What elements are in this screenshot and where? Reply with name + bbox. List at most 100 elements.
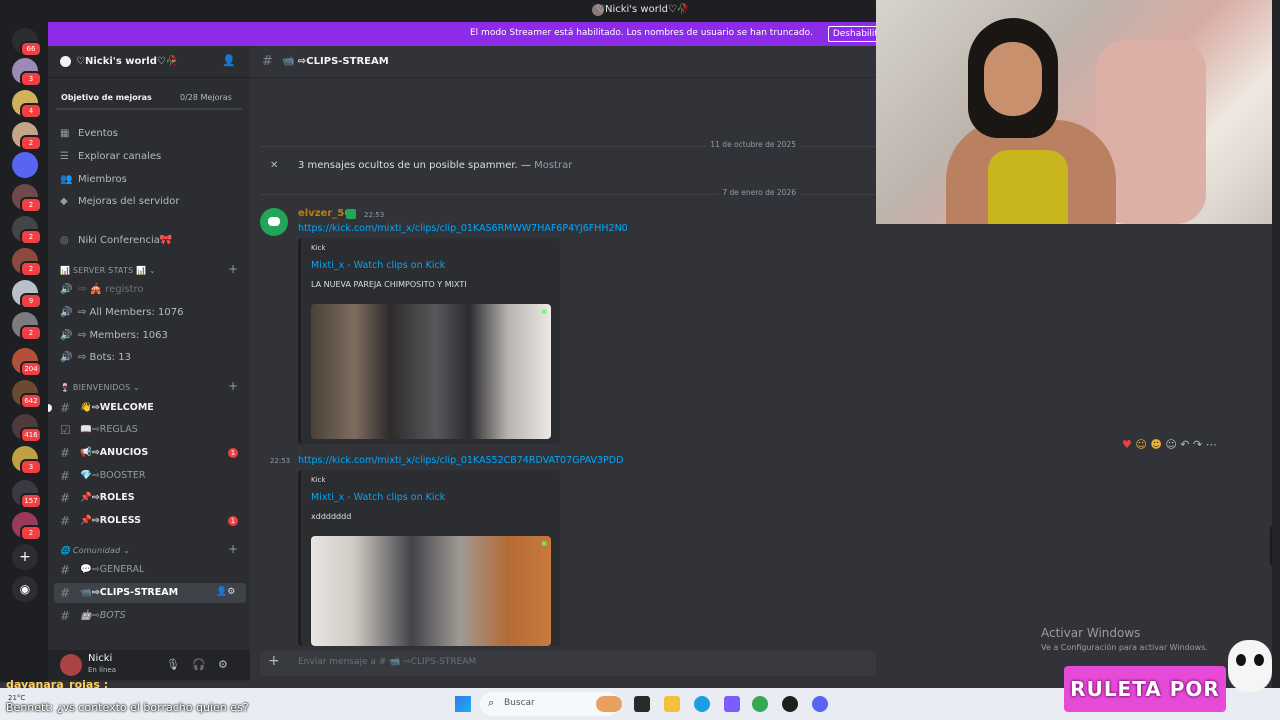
channel-anuncios[interactable]: # 📢⇨ANUCIOS 1: [54, 443, 246, 463]
unread-badge: 2: [20, 197, 42, 213]
server-icon[interactable]: 157: [12, 480, 42, 509]
embed-thumbnail[interactable]: ▣: [311, 536, 551, 646]
reaction-love-icon[interactable]: ☻: [1150, 438, 1161, 451]
reaction-laugh-icon[interactable]: ☺: [1135, 438, 1146, 451]
server-header[interactable]: ♡Nicki's world♡🥀 ⌄ 👤: [48, 46, 250, 78]
add-channel-icon[interactable]: +: [228, 262, 238, 276]
avatar[interactable]: [260, 208, 288, 236]
edge-icon[interactable]: [694, 696, 710, 712]
channel-settings-icon[interactable]: 👤⚙: [216, 587, 235, 597]
channel-title: 📹 ⇨CLIPS-STREAM: [282, 56, 389, 67]
server-icon[interactable]: 2: [12, 512, 42, 541]
server-icon[interactable]: 3: [12, 446, 42, 475]
message-link[interactable]: https://kick.com/mixti_x/clips/clip_01KA…: [298, 223, 628, 234]
ruleta-por-sub-graphic: RULETA POR SUB: [1064, 666, 1226, 712]
server-icon[interactable]: 3: [12, 58, 42, 87]
task-view-icon[interactable]: [634, 696, 650, 712]
server-icon[interactable]: 2: [12, 248, 42, 277]
message-author[interactable]: elvzer_56: [298, 208, 351, 219]
nav-browse-channels[interactable]: ☰ Explorar canales: [60, 151, 161, 162]
category-server-stats[interactable]: 📊 SERVER STATS 📊 ⌄: [60, 266, 156, 275]
server-icon[interactable]: 9: [12, 280, 42, 309]
embed-description: LA NUEVA PAREJA CHIMPOSITO Y MIXTI: [311, 280, 467, 289]
add-reaction-icon[interactable]: ☺: [1165, 438, 1176, 451]
add-channel-icon[interactable]: +: [228, 542, 238, 556]
server-icon[interactable]: 2: [12, 216, 42, 245]
channel-bots[interactable]: # 🤖⇨BOTS: [54, 606, 246, 626]
stats-channel[interactable]: 🔊 ⇨ 🎪 registro: [60, 284, 144, 295]
stage-icon: ◎: [60, 235, 69, 246]
server-icon[interactable]: 2: [12, 312, 42, 341]
app-icon[interactable]: [724, 696, 740, 712]
discover-icon[interactable]: ◉: [12, 576, 38, 602]
add-server-icon[interactable]: +: [12, 544, 38, 570]
start-button[interactable]: [455, 696, 471, 712]
channel-roless[interactable]: # 📌⇨ROLESS 1: [54, 511, 246, 531]
show-hidden-link[interactable]: Mostrar: [534, 160, 572, 171]
boost-goal[interactable]: Objetivo de mejoras 0/28 Mejoras: [48, 88, 250, 110]
channel-sidebar: ♡Nicki's world♡🥀 ⌄ 👤 Objetivo de mejoras…: [48, 46, 250, 682]
close-icon[interactable]: ✕: [270, 160, 278, 171]
home-button[interactable]: 66: [12, 28, 42, 57]
add-attachment-icon[interactable]: +: [268, 653, 280, 669]
stats-label: ⇨ Members: 1063: [78, 330, 168, 341]
server-icon[interactable]: 204: [12, 348, 42, 377]
message-timestamp: 22:53: [270, 457, 291, 465]
reply-icon[interactable]: ↶: [1180, 438, 1189, 451]
date-divider: 7 de enero de 2026: [260, 188, 876, 197]
add-channel-icon[interactable]: +: [228, 379, 238, 393]
headphones-icon[interactable]: 🎧: [192, 658, 206, 671]
role-badge-icon: [346, 209, 356, 219]
hash-icon: #: [60, 586, 71, 600]
server-icon[interactable]: [12, 152, 38, 178]
server-name: ♡Nicki's world♡🥀: [76, 56, 179, 67]
message-composer[interactable]: + Enviar mensaje a # 📹 ⇨CLIPS-STREAM: [260, 650, 876, 676]
server-icon[interactable]: 4: [12, 90, 42, 119]
channel-booster[interactable]: # 💎⇨BOOSTER: [54, 466, 246, 486]
channel-general[interactable]: # 💬⇨GENERAL: [54, 560, 246, 580]
server-icon[interactable]: 2: [12, 122, 42, 151]
server-logo-icon: [60, 56, 71, 67]
person: [984, 42, 1042, 116]
nav-members-label: Miembros: [78, 174, 127, 185]
nav-events[interactable]: ▦ Eventos: [60, 128, 118, 139]
category-comunidad[interactable]: 🌐 Comunidad ⌄: [60, 546, 130, 555]
message-link[interactable]: https://kick.com/mixti_x/clips/clip_01KA…: [298, 455, 623, 466]
category-label: 🌐 Comunidad: [60, 546, 121, 555]
microphone-icon[interactable]: 🎙: [166, 658, 180, 671]
more-options-icon[interactable]: ⋯: [1206, 438, 1217, 451]
embed-thumbnail[interactable]: ▣: [311, 304, 551, 439]
unread-badge: 416: [20, 427, 42, 443]
channel-reglas[interactable]: ☑ 📖⇨REGLAS: [54, 420, 246, 440]
channel-roles[interactable]: # 📌⇨ROLES: [54, 488, 246, 508]
voice-channel-conference[interactable]: ◎ Niki Conferencia🎀: [60, 235, 172, 246]
stats-channel[interactable]: 🔊 ⇨ Bots: 13: [60, 352, 131, 363]
obs-icon[interactable]: [782, 696, 798, 712]
channel-welcome[interactable]: # 👋⇨WELCOME: [54, 398, 246, 418]
invite-people-icon[interactable]: 👤: [222, 54, 236, 67]
channel-clips-stream[interactable]: # 📹⇨CLIPS-STREAM 👤⚙: [54, 583, 246, 603]
widget-icon[interactable]: [596, 696, 622, 712]
category-bienvenidos[interactable]: 🍷 BIENVENIDOS ⌄: [60, 383, 140, 392]
stats-channel[interactable]: 🔊 ⇨ All Members: 1076: [60, 307, 183, 318]
stats-channel[interactable]: 🔊 ⇨ Members: 1063: [60, 330, 168, 341]
nav-server-boosts[interactable]: ◆ Mejoras del servidor: [60, 196, 180, 207]
gear-icon[interactable]: ⚙: [218, 658, 228, 671]
channel-label: 📖⇨REGLAS: [80, 424, 138, 435]
embed-title-link[interactable]: Mixti_x - Watch clips on Kick: [311, 492, 445, 503]
file-explorer-icon[interactable]: [664, 696, 680, 712]
nav-members[interactable]: 👥 Miembros: [60, 174, 127, 185]
server-icon[interactable]: 2: [12, 184, 42, 213]
composer-placeholder: Enviar mensaje a # 📹 ⇨CLIPS-STREAM: [298, 657, 477, 667]
unread-badge: 2: [20, 325, 42, 341]
reaction-heart-icon[interactable]: ♥: [1122, 438, 1132, 451]
hash-icon: #: [60, 491, 71, 505]
chrome-icon[interactable]: [752, 696, 768, 712]
discord-icon[interactable]: [812, 696, 828, 712]
speaker-icon: 🔊: [60, 352, 73, 363]
forward-icon[interactable]: ↷: [1193, 438, 1202, 451]
server-icon[interactable]: 642: [12, 380, 42, 409]
server-icon[interactable]: 416: [12, 414, 42, 443]
avatar[interactable]: [60, 654, 82, 676]
embed-title-link[interactable]: Mixti_x - Watch clips on Kick: [311, 260, 445, 271]
